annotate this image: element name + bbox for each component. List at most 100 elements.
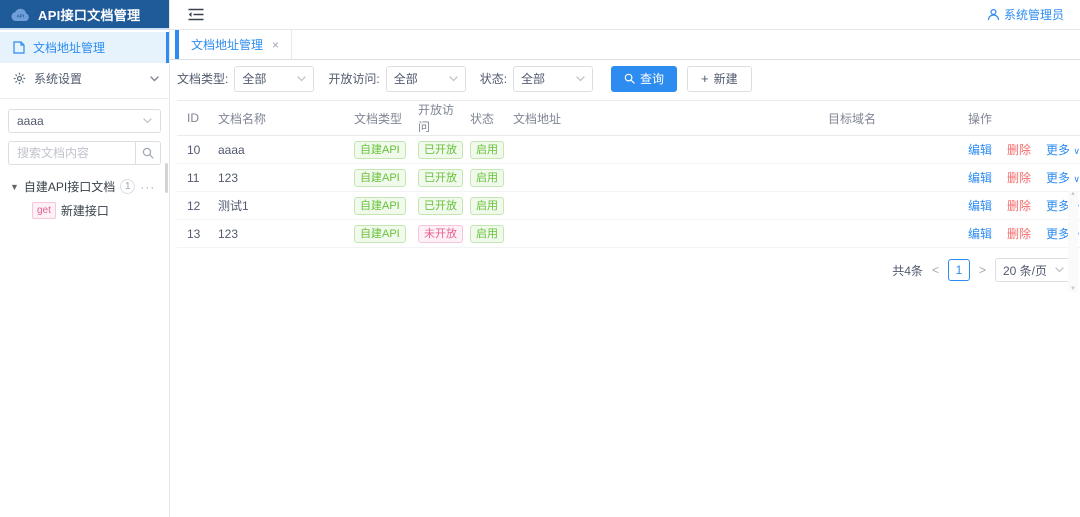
- plus-icon: +: [701, 71, 709, 86]
- prev-page-button[interactable]: <: [932, 263, 939, 277]
- page-size-value: 20 条/页: [1002, 263, 1047, 278]
- doc-search-group: [8, 141, 161, 165]
- total-count: 共4条: [892, 263, 923, 278]
- cell-id: 13: [177, 219, 212, 248]
- cell-open-access: 已开放: [412, 163, 464, 192]
- tree-more-icon[interactable]: ···: [140, 180, 155, 194]
- query-button-label: 查询: [640, 72, 665, 86]
- cell-status: 启用: [464, 219, 507, 248]
- cell-open-access-badge: 未开放: [418, 224, 463, 243]
- menu-fold-icon[interactable]: [188, 8, 204, 21]
- cell-status-badge: 启用: [470, 140, 504, 159]
- edit-link[interactable]: 编辑: [968, 227, 992, 241]
- status-label: 状态:: [479, 72, 508, 86]
- user-icon: [987, 8, 1000, 21]
- table-row: 13123自建API未开放启用编辑删除更多 ∨: [177, 219, 1080, 248]
- tree-root-node[interactable]: ▼ 自建API接口文档 1 ···: [10, 178, 161, 195]
- chevron-down-icon: [143, 118, 152, 124]
- cell-actions: 编辑删除更多 ∨: [962, 219, 1080, 248]
- doc-table: ID 文档名称 文档类型 开放访问 状态 文档地址 目标域名 操作 10 aaaa 自建API 已开…: [177, 100, 1080, 248]
- chevron-down-icon: ∨: [1073, 146, 1080, 156]
- chevron-down-icon: ∨: [1073, 174, 1080, 184]
- sidebar-menu: 文档地址管理 系统设置: [0, 30, 169, 94]
- query-button[interactable]: 查询: [611, 65, 678, 92]
- chevron-down-icon: [150, 75, 159, 82]
- column-header: ID: [177, 100, 212, 136]
- delete-link[interactable]: 删除: [1007, 171, 1031, 185]
- doc-select[interactable]: aaaa: [8, 109, 161, 133]
- more-dropdown-link[interactable]: 更多 ∨: [1046, 171, 1080, 185]
- cell-status-badge: 启用: [470, 168, 504, 187]
- gear-icon: [13, 72, 26, 85]
- table-header-row: ID 文档名称 文档类型 开放访问 状态 文档地址 目标域名 操作: [177, 100, 1080, 136]
- delete-link[interactable]: 删除: [1007, 199, 1031, 213]
- cell-open-access: 已开放: [412, 191, 464, 220]
- cell-actions: 编辑 删除 更多 ∨: [962, 135, 1080, 164]
- cell-target-domain: [822, 163, 962, 192]
- table-body: 10 aaaa 自建API 已开放 启用 编辑 删除 更多 ∨ 11 123 自建API 已开放 启用编…: [177, 135, 1080, 248]
- sidebar-item-system-settings[interactable]: 系统设置: [0, 63, 169, 94]
- cell-doc-type-badge: 自建API: [354, 168, 406, 187]
- filter-bar: 文档类型: 全部 开放访问: 全部 状态: 全部 查询 + 新建: [177, 60, 1080, 97]
- cell-doc-name: 测试1: [212, 191, 348, 220]
- column-header: 目标域名: [822, 100, 962, 136]
- page-size-select[interactable]: 20 条/页: [994, 258, 1072, 282]
- table-row: 10 aaaa 自建API 已开放 启用 编辑 删除 更多 ∨: [177, 135, 1080, 164]
- tree-root-label: 自建API接口文档: [23, 180, 116, 194]
- edit-link[interactable]: 编辑: [968, 199, 992, 213]
- tab-doc-address[interactable]: 文档地址管理 ×: [179, 30, 293, 59]
- next-page-button[interactable]: >: [979, 263, 986, 277]
- cell-status: 启用: [464, 191, 507, 220]
- sidebar-item-doc-address[interactable]: 文档地址管理: [0, 32, 169, 63]
- open-access-label: 开放访问:: [328, 72, 380, 86]
- cell-doc-type: 自建API: [348, 219, 412, 248]
- close-icon[interactable]: ×: [272, 38, 279, 52]
- delete-link[interactable]: 删除: [1007, 227, 1031, 241]
- page-number-1[interactable]: 1: [947, 259, 970, 281]
- svg-text:API: API: [17, 13, 24, 18]
- app-header: API API接口文档管理: [0, 0, 169, 30]
- column-header: 状态: [464, 100, 507, 136]
- search-icon: [142, 147, 154, 159]
- scroll-down-icon[interactable]: ▼: [1070, 286, 1076, 292]
- table-scrollbar[interactable]: ▲ ▼: [1068, 191, 1078, 292]
- doc-select-value: aaaa: [17, 114, 44, 128]
- scroll-up-icon[interactable]: ▲: [1070, 191, 1076, 197]
- user-menu[interactable]: 系统管理员: [987, 6, 1064, 23]
- create-button-label: 新建: [713, 72, 738, 86]
- cell-doc-type: 自建API: [348, 191, 412, 220]
- sidebar-divider: [0, 98, 169, 99]
- status-value: 全部: [521, 72, 546, 86]
- cell-open-access-badge: 已开放: [418, 196, 463, 215]
- cell-doc-address: [507, 135, 822, 164]
- create-button[interactable]: + 新建: [687, 65, 752, 92]
- cell-id: 12: [177, 191, 212, 220]
- cell-status: 启用: [464, 163, 507, 192]
- edit-link[interactable]: 编辑: [968, 143, 992, 157]
- doc-type-select[interactable]: 全部: [234, 65, 315, 92]
- chevron-down-icon: [576, 75, 585, 81]
- open-access-select[interactable]: 全部: [385, 65, 466, 92]
- cell-open-access: 未开放: [412, 219, 464, 248]
- status-select[interactable]: 全部: [513, 65, 594, 92]
- top-bar: 系统管理员: [170, 0, 1080, 30]
- sidebar-scrollbar[interactable]: [165, 163, 168, 193]
- sidebar-item-label: 系统设置: [34, 72, 83, 86]
- tree-child-node[interactable]: get 新建接口: [32, 202, 161, 219]
- search-icon-button[interactable]: [135, 141, 161, 165]
- column-header: 开放访问: [412, 100, 464, 136]
- delete-link[interactable]: 删除: [1007, 143, 1031, 157]
- http-method-badge: get: [32, 202, 56, 219]
- open-access-value: 全部: [393, 72, 418, 86]
- caret-down-icon[interactable]: ▼: [10, 182, 19, 192]
- cell-doc-name: aaaa: [212, 135, 348, 164]
- cell-actions: 编辑 删除 更多 ∨: [962, 163, 1080, 192]
- more-dropdown-link[interactable]: 更多 ∨: [1046, 143, 1080, 157]
- cell-doc-name: 123: [212, 219, 348, 248]
- cell-target-domain: [822, 191, 962, 220]
- cell-doc-type: 自建API: [348, 135, 412, 164]
- cell-status: 启用: [464, 135, 507, 164]
- doc-search-input[interactable]: [8, 141, 135, 165]
- edit-link[interactable]: 编辑: [968, 171, 992, 185]
- cell-status-badge: 启用: [470, 196, 504, 215]
